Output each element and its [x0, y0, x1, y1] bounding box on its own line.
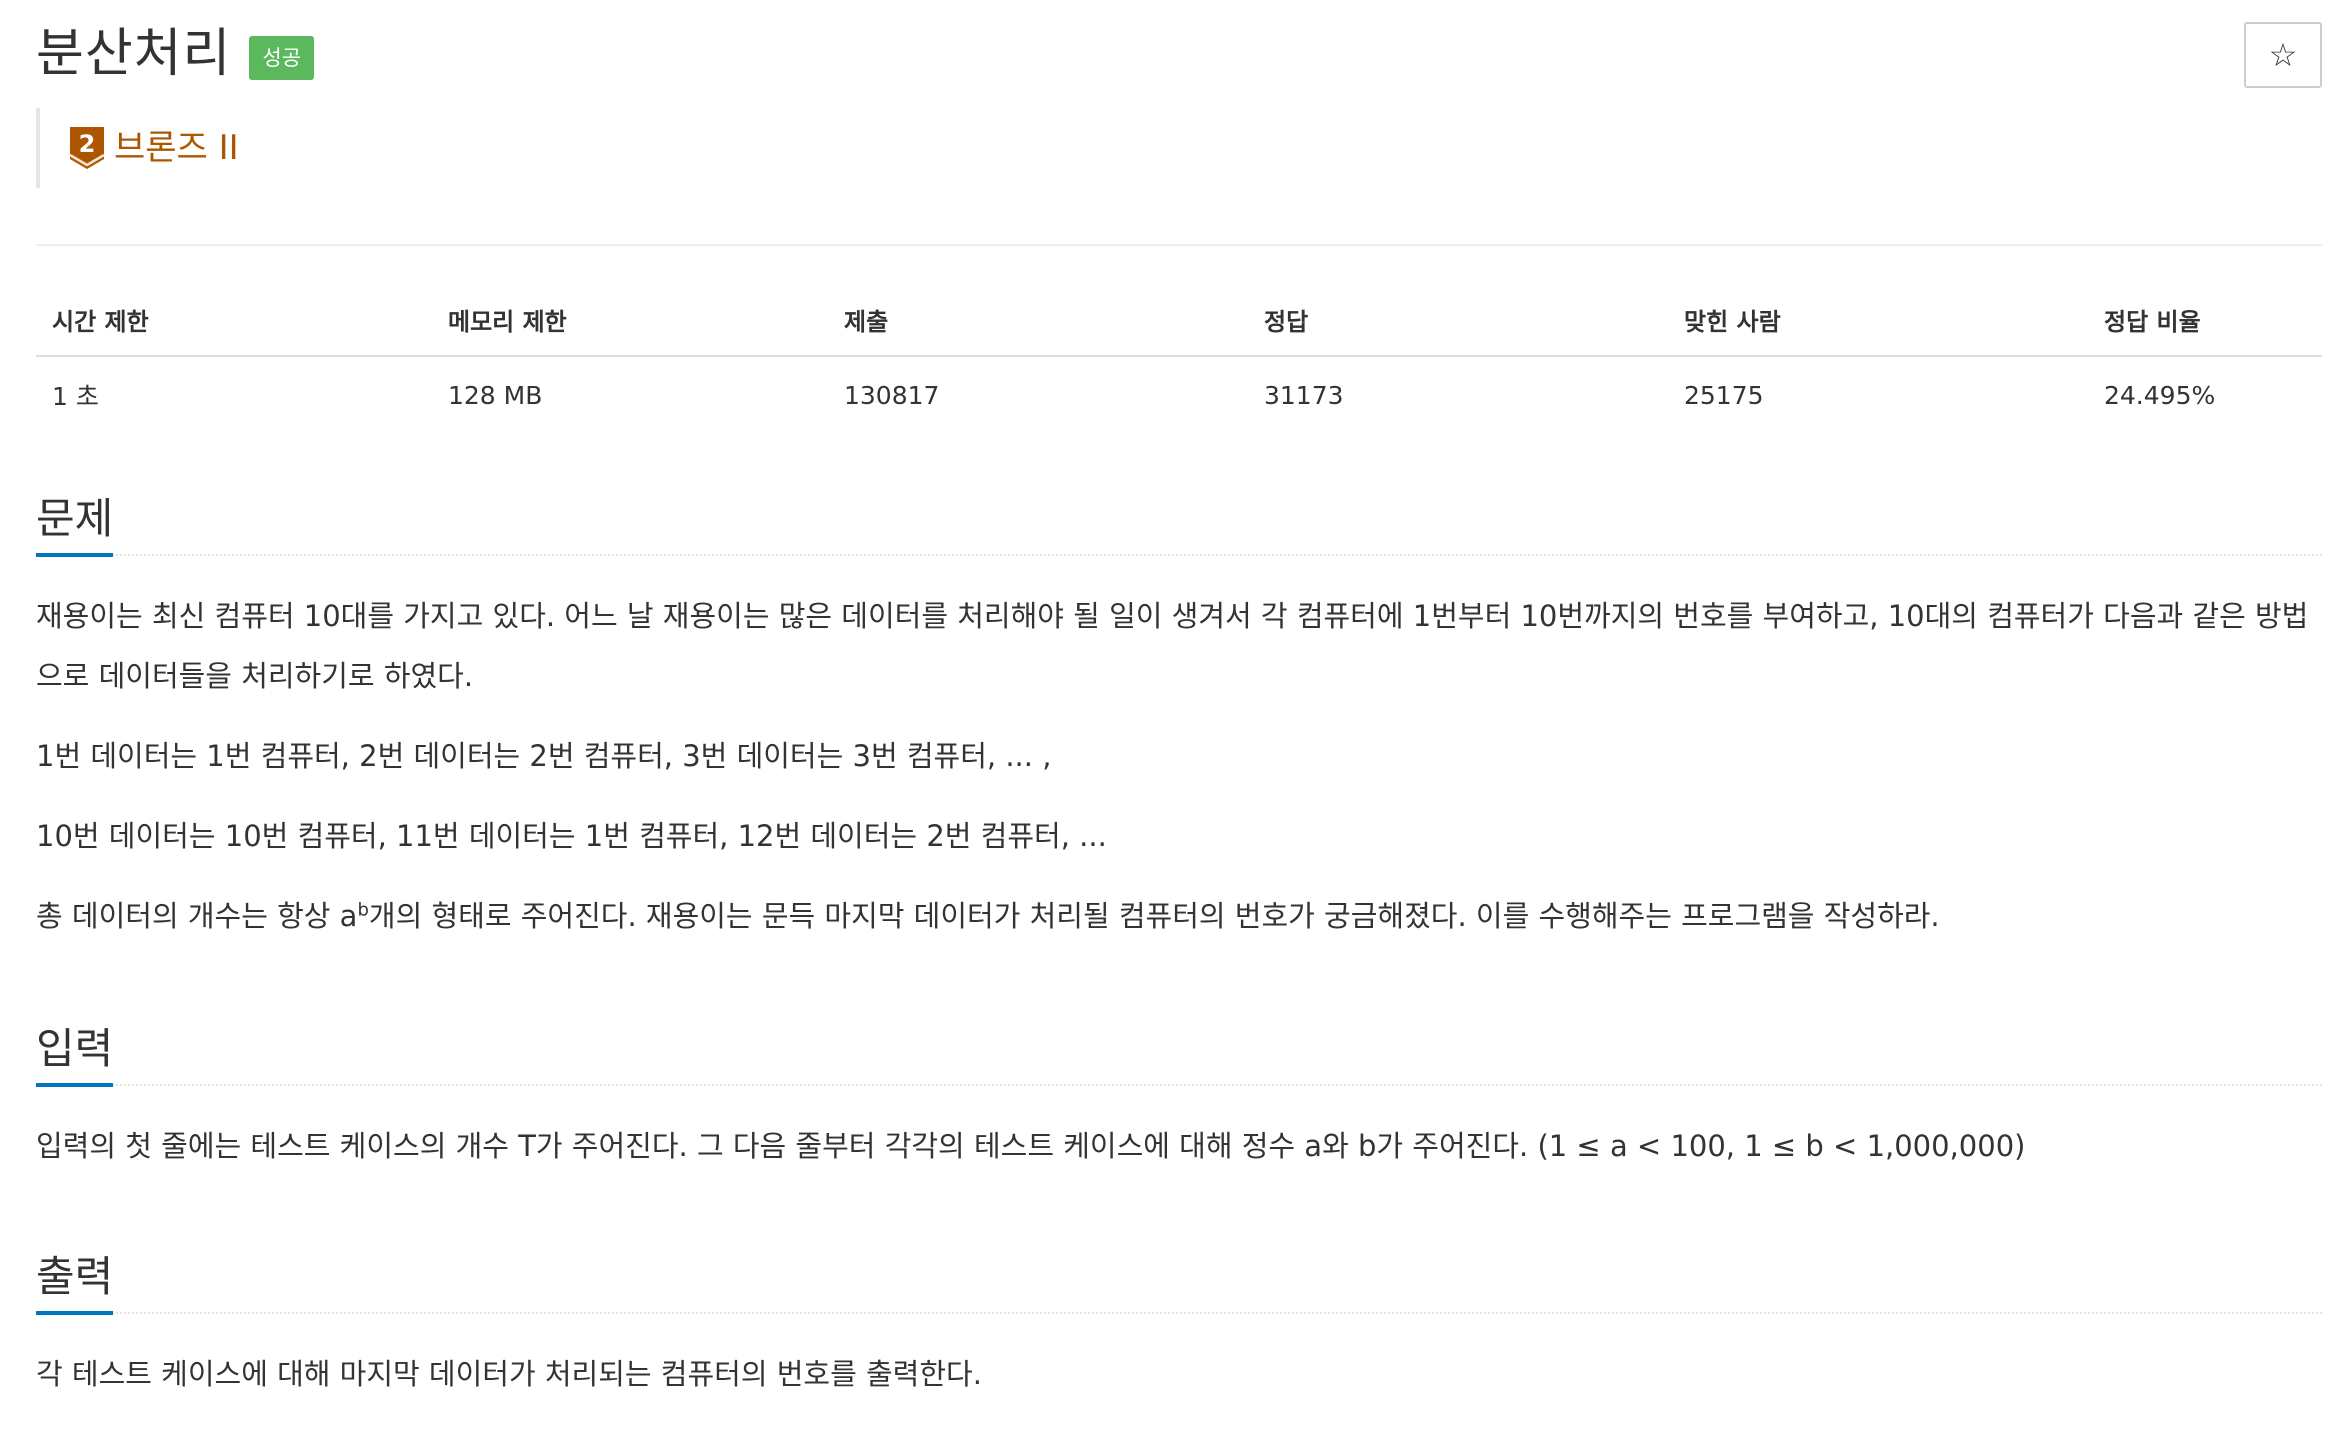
value-memory-limit: 128 MB	[448, 380, 543, 410]
input-paragraph: 입력의 첫 줄에는 테스트 케이스의 개수 T가 주어진다. 그 다음 줄부터 …	[36, 1129, 2026, 1163]
description-header: 문제	[36, 488, 2322, 557]
tier-block: 2 브론즈 II	[36, 108, 239, 188]
input-body: 입력의 첫 줄에는 테스트 케이스의 개수 T가 주어진다. 그 다음 줄부터 …	[36, 1086, 2322, 1176]
star-icon: ☆	[2268, 36, 2298, 74]
description-paragraph: 1번 데이터는 1번 컴퓨터, 2번 데이터는 2번 컴퓨터, 3번 데이터는 …	[36, 739, 1052, 773]
input-header: 입력	[36, 1018, 2322, 1087]
header-solved-users: 맞힌 사람	[1668, 288, 2088, 357]
header-time-limit: 시간 제한	[36, 288, 432, 357]
description-body: 재용이는 최신 컴퓨터 10대를 가지고 있다. 어느 날 재용이는 많은 데이…	[36, 556, 2322, 946]
divider	[36, 244, 2322, 246]
output-header: 출력	[36, 1246, 2322, 1315]
header-accepted: 정답	[1248, 288, 1668, 357]
input-title: 입력	[36, 1021, 114, 1087]
tier-label[interactable]: 브론즈 II	[114, 128, 239, 168]
result-badge[interactable]: 성공	[249, 36, 315, 80]
input-section: 입력 입력의 첫 줄에는 테스트 케이스의 개수 T가 주어진다. 그 다음 줄…	[36, 1018, 2322, 1176]
exponent-b: b	[357, 899, 369, 921]
value-submissions: 130817	[844, 380, 940, 410]
title-row: 분산처리 성공	[36, 22, 315, 86]
output-section: 출력 각 테스트 케이스에 대해 마지막 데이터가 처리되는 컴퓨터의 번호를 …	[36, 1246, 2322, 1404]
value-accept-ratio: 24.495%	[2104, 380, 2216, 410]
bronze-tier-icon: 2	[69, 127, 105, 169]
description-paragraph: 총 데이터의 개수는 항상 ab개의 형태로 주어진다. 재용이는 문득 마지막…	[36, 899, 1940, 933]
description-paragraph: 재용이는 최신 컴퓨터 10대를 가지고 있다. 어느 날 재용이는 많은 데이…	[36, 599, 2309, 693]
problem-page: 분산처리 성공 ☆ 2 브론즈 II 시간 제한 메모리 제한 제출 정답 맞힌…	[0, 0, 2344, 1452]
output-paragraph: 각 테스트 케이스에 대해 마지막 데이터가 처리되는 컴퓨터의 번호를 출력한…	[36, 1357, 982, 1391]
info-value-row: 1 초 128 MB 130817 31173 25175 24.495%	[36, 356, 2322, 433]
info-header-row: 시간 제한 메모리 제한 제출 정답 맞힌 사람 정답 비율	[36, 288, 2322, 357]
tier-number: 2	[79, 130, 96, 158]
value-accepted: 31173	[1264, 380, 1344, 410]
header-accept-ratio: 정답 비율	[2088, 288, 2322, 357]
output-body: 각 테스트 케이스에 대해 마지막 데이터가 처리되는 컴퓨터의 번호를 출력한…	[36, 1314, 2322, 1404]
description-title: 문제	[36, 491, 114, 557]
header-submissions: 제출	[828, 288, 1248, 357]
problem-info-table: 시간 제한 메모리 제한 제출 정답 맞힌 사람 정답 비율 1 초 128 M…	[36, 288, 2322, 433]
header-memory-limit: 메모리 제한	[432, 288, 828, 357]
value-time-limit: 1 초	[52, 382, 99, 411]
value-solved-users: 25175	[1684, 380, 1764, 410]
output-title: 출력	[36, 1249, 114, 1315]
description-paragraph: 10번 데이터는 10번 컴퓨터, 11번 데이터는 1번 컴퓨터, 12번 데…	[36, 819, 1107, 853]
problem-title: 분산처리	[36, 24, 232, 84]
description-section: 문제 재용이는 최신 컴퓨터 10대를 가지고 있다. 어느 날 재용이는 많은…	[36, 488, 2322, 946]
favorite-star-button[interactable]: ☆	[2244, 22, 2322, 88]
